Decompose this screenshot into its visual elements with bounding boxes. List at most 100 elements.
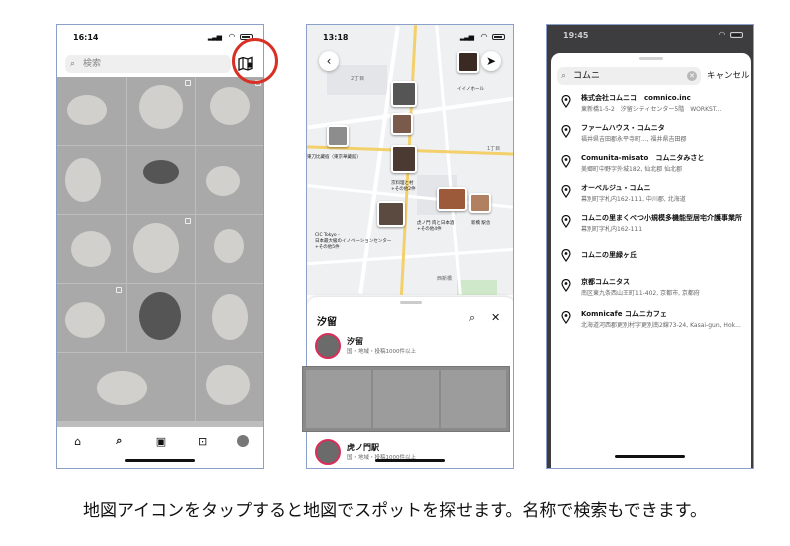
preview-thumbnail[interactable] (440, 370, 506, 428)
result-address: 北海道河西郡更別村字更別南2線73-24, Kasai-gun, Hok... (581, 322, 741, 329)
pin-label-toranomon: 虎ノ門 肉と日本酒 +その他4件 (417, 221, 455, 232)
grid-thumbnail[interactable] (196, 215, 263, 283)
search-value: コムニ (573, 71, 601, 81)
grid-thumbnail[interactable] (57, 77, 126, 145)
search-result[interactable]: コムニの里まくべつ小規模多機能型居宅介護事業所 幕別町字札内162-111 (559, 213, 749, 239)
result-name: 株式会社コムニコ comnico.inc (581, 94, 691, 102)
result-name: コムニの里まくべつ小規模多機能型居宅介護事業所 (581, 214, 742, 222)
grid-thumbnail[interactable] (126, 284, 196, 352)
grid-thumbnail[interactable] (126, 146, 196, 214)
result-name: コムニの里緑ヶ丘 (581, 251, 637, 259)
highlight-circle (232, 38, 278, 84)
caption-text: 地図アイコンをタップすると地図でスポットを探せます。名称で検索もできます。 (82, 501, 708, 521)
wifi-icon: ◠ (228, 32, 235, 41)
location-pin-icon (561, 185, 571, 198)
battery-icon (492, 34, 505, 40)
cancel-button[interactable]: キャンセル (707, 67, 750, 85)
preview-thumbnail[interactable] (373, 370, 439, 428)
clear-icon[interactable]: ✕ (687, 71, 697, 81)
grid-thumbnail[interactable] (196, 353, 263, 421)
result-name: 京都コムニタス (581, 278, 630, 286)
map-pin-photo[interactable] (391, 113, 413, 135)
pin-label-museum: 東刀比藏宿（東京華藏館） (307, 155, 361, 160)
result-name: オーベルジュ・コムニ (581, 184, 651, 192)
phone-place-search: 19:45 ◠ ⌕ コムニ ✕ キャンセル 株式会社コムニコ comnico.i… (546, 24, 754, 469)
status-time: 19:45 (563, 31, 589, 40)
location-pin-icon (561, 279, 571, 292)
phone-search-explore: 16:14 ▂▃▅ ◠ ⌕ 検索 ⌂ ⌕ ▣ ⊡ (56, 24, 264, 469)
status-bar: 19:45 ◠ (547, 25, 753, 49)
search-placeholder: 検索 (83, 59, 102, 69)
search-result[interactable]: ファームハウス・コムニタ 福井県吉田郡永平寺町..., 福井県吉田郡 (559, 123, 749, 149)
sheet-handle[interactable] (639, 57, 663, 60)
back-button[interactable]: ‹ (319, 51, 339, 71)
grid-thumbnail[interactable] (57, 353, 196, 421)
status-bar: 13:18 ▂▃▅ ◠ (307, 25, 513, 49)
home-indicator (375, 459, 445, 462)
grid-thumbnail[interactable] (126, 215, 196, 283)
location-pin-icon (561, 95, 571, 108)
search-result[interactable]: オーベルジュ・コムニ 幕別町字札内162-111, 中川郡, 北海道 (559, 183, 749, 209)
result-name: ファームハウス・コムニタ (581, 124, 665, 132)
status-bar: 16:14 ▂▃▅ ◠ (57, 25, 263, 49)
cellular-icon: ▂▃▅ (459, 33, 474, 41)
photo-preview-strip[interactable] (302, 366, 510, 432)
search-input[interactable]: ⌕ コムニ ✕ (557, 67, 701, 85)
place-name: 汐留 (347, 337, 363, 346)
pin-label-cic: CIC Tokyo - 日本最大級のイノベーションセンター +その他5件 (315, 233, 392, 250)
map-pin-photo[interactable] (391, 81, 417, 107)
grid-thumbnail[interactable] (57, 215, 126, 283)
bottom-tab-bar: ⌂ ⌕ ▣ ⊡ (57, 427, 263, 455)
grid-thumbnail[interactable] (196, 146, 263, 214)
reels-icon[interactable]: ▣ (154, 435, 168, 448)
map-pin-kyoryori[interactable] (391, 145, 417, 173)
map-pin-cic[interactable] (377, 201, 405, 227)
map-canvas[interactable]: 13:18 ▂▃▅ ◠ ‹ ➤ イイノホール 東刀比藏宿（東京華藏館） 京料理と… (307, 25, 513, 295)
search-result[interactable]: Comunita-misato コムニタみさと 美郷町中野字外城182, 仙北郡… (559, 153, 749, 179)
search-icon[interactable]: ⌕ (112, 434, 126, 448)
search-icon: ⌕ (561, 71, 567, 81)
grid-thumbnail[interactable] (126, 77, 196, 145)
search-result[interactable]: コムニの里緑ヶ丘 (559, 247, 749, 273)
area-label: 西新橋 (437, 276, 453, 282)
block-label: 1丁目 (487, 146, 501, 152)
pin-label-shinbashi: 新橋 駅舎 (471, 221, 491, 226)
sheet-handle[interactable] (400, 301, 422, 304)
grid-thumbnail[interactable] (196, 284, 263, 352)
grid-thumbnail[interactable] (57, 284, 126, 352)
map-pin-iino-hall[interactable] (457, 51, 479, 73)
search-icon[interactable]: ⌕ (469, 311, 475, 325)
pin-label-kyoryori: 京料理と村 +その他2件 (391, 181, 416, 192)
result-address: 東新橋1-5-2 汐留シティセンター5階 WORKST... (581, 106, 722, 113)
location-pin-icon (561, 311, 571, 324)
wifi-icon: ◠ (480, 32, 487, 41)
map-pin-toranomon[interactable] (437, 187, 467, 211)
grid-thumbnail[interactable] (196, 77, 263, 145)
search-icon: ⌕ (70, 59, 76, 69)
close-icon[interactable]: ✕ (491, 311, 500, 324)
map-pin-shinbashi[interactable] (469, 193, 491, 213)
result-address: 福井県吉田郡永平寺町..., 福井県吉田郡 (581, 136, 687, 143)
search-result[interactable]: 京都コムニタス 南区東九条西山王町11-402, 京都市, 京都府 (559, 277, 749, 303)
result-name: Comunita-misato コムニタみさと (581, 154, 705, 162)
result-address: 南区東九条西山王町11-402, 京都市, 京都府 (581, 290, 700, 297)
preview-thumbnail[interactable] (306, 370, 372, 428)
wifi-icon: ◠ (718, 30, 725, 39)
profile-avatar[interactable] (237, 435, 250, 447)
map-pin-museum[interactable] (327, 125, 349, 147)
search-result[interactable]: 株式会社コムニコ comnico.inc 東新橋1-5-2 汐留シティセンター5… (559, 93, 749, 119)
cellular-icon: ▂▃▅ (207, 33, 222, 41)
search-input[interactable]: ⌕ 検索 (65, 55, 231, 73)
location-pin-icon (561, 125, 571, 138)
search-result[interactable]: Komnicafe コムニカフェ 北海道河西郡更別村字更別南2線73-24, K… (559, 309, 749, 335)
shop-icon[interactable]: ⊡ (196, 435, 210, 448)
place-name: 虎ノ門駅 (347, 443, 379, 452)
explore-grid (57, 77, 263, 429)
search-sheet: ⌕ コムニ ✕ キャンセル 株式会社コムニコ comnico.inc 東新橋1-… (551, 53, 751, 468)
home-indicator (125, 459, 195, 462)
place-avatar (315, 333, 341, 359)
grid-thumbnail[interactable] (57, 146, 126, 214)
location-arrow-button[interactable]: ➤ (481, 51, 501, 71)
home-icon[interactable]: ⌂ (71, 435, 85, 448)
status-time: 13:18 (323, 33, 349, 42)
